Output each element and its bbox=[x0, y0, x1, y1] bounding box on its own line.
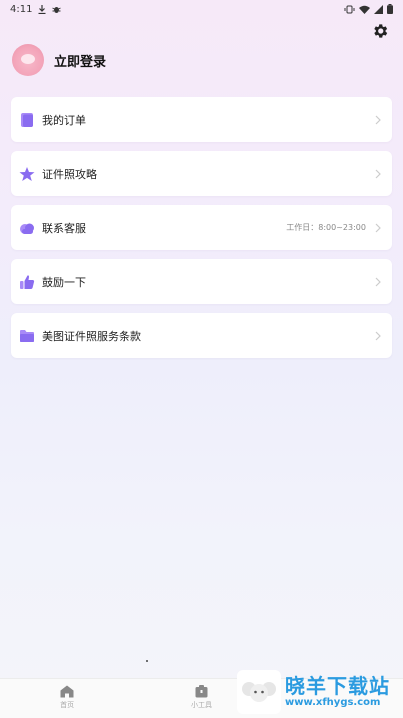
login-label[interactable]: 立即登录 bbox=[54, 51, 106, 70]
decorative-dot bbox=[146, 660, 148, 662]
thumbs-up-icon bbox=[20, 274, 35, 289]
watermark-url: www.xfhygs.com bbox=[285, 697, 381, 708]
site-watermark: 晓羊下载站 www.xfhygs.com bbox=[233, 666, 403, 718]
menu-item-support[interactable]: 联系客服 工作日：8:00~23:00 bbox=[11, 205, 392, 250]
home-icon bbox=[60, 685, 74, 698]
menu-item-guide[interactable]: 证件照攻略 bbox=[11, 151, 392, 196]
profile-login[interactable]: 立即登录 bbox=[12, 44, 106, 76]
menu-item-terms[interactable]: 美图证件照服务条款 bbox=[11, 313, 392, 358]
signal-icon bbox=[374, 4, 383, 14]
bug-icon bbox=[52, 6, 62, 13]
menu-item-encourage[interactable]: 鼓励一下 bbox=[11, 259, 392, 304]
tab-label: 小工具 bbox=[190, 701, 212, 709]
status-time: 4:11 bbox=[10, 3, 33, 15]
menu-item-label: 鼓励一下 bbox=[42, 275, 86, 289]
avatar[interactable] bbox=[12, 44, 44, 76]
chevron-right-icon bbox=[375, 331, 381, 340]
folder-icon bbox=[20, 329, 34, 342]
vibrate-icon bbox=[344, 5, 355, 13]
watermark-title: 晓羊下载站 bbox=[285, 674, 390, 698]
menu-item-label: 证件照攻略 bbox=[42, 167, 97, 181]
support-hours: 工作日：8:00~23:00 bbox=[286, 223, 366, 232]
menu-item-label: 我的订单 bbox=[42, 113, 86, 127]
chat-cloud-icon bbox=[20, 223, 34, 234]
wifi-icon bbox=[359, 5, 370, 14]
battery-icon bbox=[387, 4, 393, 14]
tab-tools[interactable]: 小工具 bbox=[161, 685, 241, 710]
chevron-right-icon bbox=[375, 169, 381, 178]
gear-icon[interactable] bbox=[371, 22, 389, 40]
menu-item-orders[interactable]: 我的订单 bbox=[11, 97, 392, 142]
chevron-right-icon bbox=[375, 223, 381, 232]
chevron-right-icon bbox=[375, 115, 381, 124]
chevron-right-icon bbox=[375, 277, 381, 286]
order-icon bbox=[21, 112, 33, 127]
status-bar: 4:11 bbox=[0, 0, 403, 18]
download-icon bbox=[38, 4, 46, 14]
sheep-logo-icon bbox=[237, 670, 281, 714]
tab-label: 首页 bbox=[60, 701, 75, 709]
menu-item-label: 美图证件照服务条款 bbox=[42, 329, 141, 343]
tab-home[interactable]: 首页 bbox=[27, 685, 107, 710]
menu-item-label: 联系客服 bbox=[42, 221, 86, 235]
toolbox-icon bbox=[195, 685, 208, 698]
menu-list: 我的订单 证件照攻略 联系客服 工作日：8:00~23:00 鼓励一下 美图证件… bbox=[11, 97, 392, 367]
star-icon bbox=[19, 166, 35, 181]
